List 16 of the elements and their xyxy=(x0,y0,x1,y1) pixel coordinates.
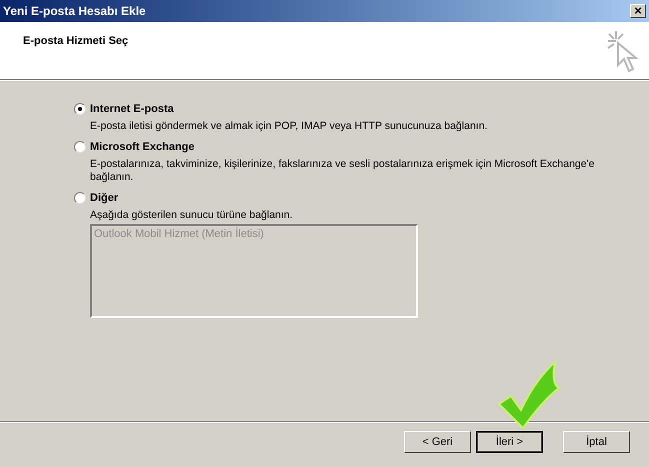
radio-button[interactable] xyxy=(74,192,86,204)
option-description: E-posta iletisi göndermek ve almak için POP, IMAP veya HTTP sunucunuza bağlanın. xyxy=(90,120,488,133)
radio-button[interactable] xyxy=(74,141,86,153)
checkmark-icon xyxy=(497,360,563,430)
close-button[interactable]: × xyxy=(630,4,646,18)
window-title: Yeni E-posta Hesabı Ekle xyxy=(3,3,146,20)
wizard-button[interactable]: < Geri xyxy=(404,431,471,453)
option-description: Aşağıda gösterilen sunucu türüne bağlanın. xyxy=(90,209,294,222)
wizard-button[interactable]: İleri > xyxy=(476,431,543,453)
radio-button[interactable] xyxy=(74,103,86,115)
option-label[interactable]: Internet E-posta xyxy=(90,100,174,118)
option-description: E-postalarınıza, takviminize, kişilerinize, fakslarınıza ve sesli postalarınıza erişmek için Microsoft Exchange'e bağlanın. xyxy=(90,158,596,184)
page-heading: E-posta Hizmeti Seç xyxy=(23,34,128,47)
wizard-button[interactable]: İptal xyxy=(563,431,630,453)
option-label[interactable]: Microsoft Exchange xyxy=(90,138,195,156)
option-label[interactable]: Diğer xyxy=(90,190,118,206)
